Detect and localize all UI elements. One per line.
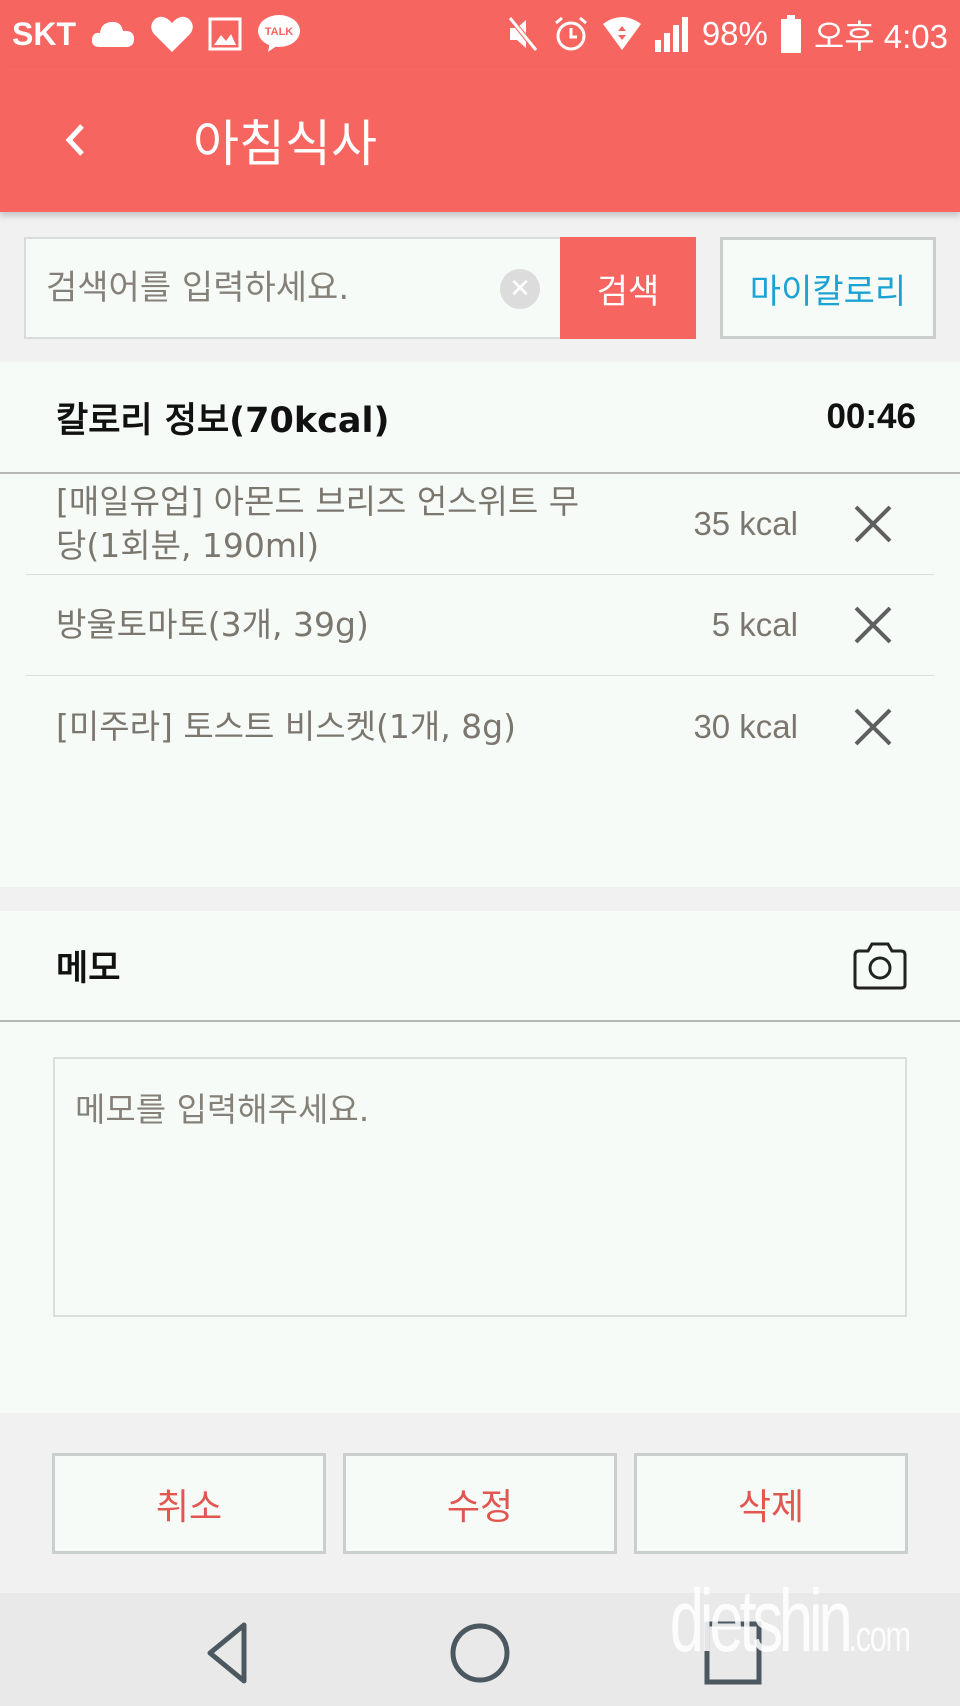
delete-button[interactable]: 삭제 bbox=[634, 1453, 908, 1554]
search-input[interactable] bbox=[46, 268, 486, 308]
battery-percent: 98% bbox=[701, 15, 768, 52]
system-nav-bar bbox=[0, 1593, 960, 1706]
kakaotalk-icon: TALK bbox=[256, 14, 302, 54]
signal-icon bbox=[654, 16, 690, 52]
image-icon bbox=[208, 17, 242, 51]
camera-icon bbox=[853, 942, 907, 989]
food-list-item: 방울토마토(3개, 39g) 5 kcal bbox=[26, 575, 934, 676]
memo-title: 메모 bbox=[56, 949, 121, 989]
calorie-info-panel: 칼로리 정보(70kcal) 00:46 [매일유업] 아몬드 브리즈 언스위트… bbox=[0, 362, 960, 887]
action-buttons: 취소 수정 삭제 bbox=[52, 1453, 908, 1554]
food-kcal: 5 kcal bbox=[711, 606, 798, 643]
food-kcal: 35 kcal bbox=[693, 505, 798, 542]
close-icon bbox=[854, 606, 892, 644]
meal-time[interactable]: 00:46 bbox=[826, 397, 916, 437]
food-list-item: [매일유업] 아몬드 브리즈 언스위트 무당(1회분, 190ml) 35 kc… bbox=[26, 474, 934, 575]
food-kcal: 30 kcal bbox=[693, 707, 798, 745]
clock: 오후 4:03 bbox=[813, 18, 948, 55]
status-bar: SKT TALK 98% 오후 4:03 bbox=[0, 0, 960, 68]
mute-icon bbox=[506, 15, 540, 53]
remove-food-button[interactable] bbox=[838, 595, 908, 655]
nav-back-button[interactable] bbox=[187, 1613, 267, 1693]
search-box: ✕ bbox=[24, 237, 560, 339]
back-button[interactable] bbox=[35, 100, 115, 180]
memo-input[interactable] bbox=[53, 1057, 907, 1317]
cancel-button[interactable]: 취소 bbox=[52, 1453, 326, 1554]
memo-header: 메모 bbox=[0, 911, 960, 1022]
memo-panel: 메모 bbox=[0, 911, 960, 1413]
cloud-icon bbox=[90, 19, 136, 49]
app-bar: 아침식사 bbox=[0, 68, 960, 212]
edit-button[interactable]: 수정 bbox=[343, 1453, 617, 1554]
calorie-info-title: 칼로리 정보(70kcal) bbox=[56, 400, 390, 441]
nav-recents-icon bbox=[704, 1621, 762, 1685]
calorie-info-header: 칼로리 정보(70kcal) 00:46 bbox=[0, 362, 960, 474]
battery-icon bbox=[780, 15, 802, 53]
heart-icon bbox=[150, 14, 194, 54]
nav-recents-button[interactable] bbox=[693, 1613, 773, 1693]
camera-button[interactable] bbox=[850, 940, 910, 992]
page-title: 아침식사 bbox=[193, 115, 377, 173]
svg-text:TALK: TALK bbox=[265, 26, 294, 38]
food-name: [매일유업] 아몬드 브리즈 언스위트 무당(1회분, 190ml) bbox=[56, 482, 580, 565]
remove-food-button[interactable] bbox=[838, 697, 908, 757]
nav-home-icon bbox=[450, 1623, 510, 1683]
nav-back-icon bbox=[207, 1622, 247, 1684]
food-list-item: [미주라] 토스트 비스켓(1개, 8g) 30 kcal bbox=[26, 676, 934, 777]
alarm-icon bbox=[552, 15, 590, 53]
search-row: ✕ 검색 마이칼로리 bbox=[24, 237, 936, 339]
remove-food-button[interactable] bbox=[838, 494, 908, 554]
clear-search-button[interactable]: ✕ bbox=[500, 269, 540, 309]
wifi-icon bbox=[602, 16, 642, 52]
chevron-left-icon bbox=[65, 124, 84, 156]
food-list: [매일유업] 아몬드 브리즈 언스위트 무당(1회분, 190ml) 35 kc… bbox=[0, 474, 960, 777]
carrier-label: SKT bbox=[12, 15, 76, 52]
food-name: 방울토마토(3개, 39g) bbox=[56, 605, 369, 644]
search-button[interactable]: 검색 bbox=[560, 237, 696, 339]
close-icon: ✕ bbox=[509, 274, 531, 304]
my-calorie-button[interactable]: 마이칼로리 bbox=[720, 237, 936, 339]
close-icon bbox=[854, 708, 892, 745]
nav-home-button[interactable] bbox=[440, 1613, 520, 1693]
close-icon bbox=[854, 505, 892, 543]
food-name: [미주라] 토스트 비스켓(1개, 8g) bbox=[56, 706, 516, 746]
